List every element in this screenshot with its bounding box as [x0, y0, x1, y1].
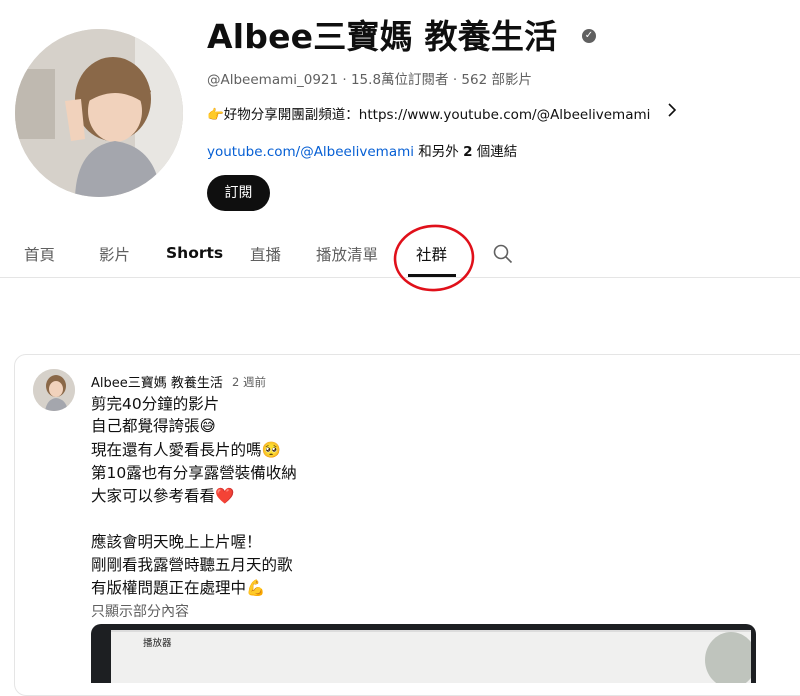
post-author-avatar[interactable]: [33, 369, 75, 411]
chevron-right-icon[interactable]: [666, 101, 678, 124]
post-text-line: 第10露也有分享露營裝備收納: [91, 464, 297, 482]
channel-link[interactable]: youtube.com/@Albeelivemami: [207, 144, 414, 160]
post-image-label: 播放器: [143, 638, 172, 649]
post-text-line: 自己都覺得誇張😅: [91, 417, 216, 435]
links-middle-text: 和另外: [414, 144, 464, 160]
tab-live[interactable]: 直播: [250, 243, 281, 265]
verified-icon: ✓: [582, 29, 596, 43]
post-author[interactable]: Albee三寶媽 教養生活: [91, 372, 223, 391]
tab-shorts[interactable]: Shorts: [166, 244, 223, 262]
channel-description[interactable]: 👉好物分享開團副頻道：https://www.youtube.com/@Albe…: [207, 103, 650, 123]
links-suffix[interactable]: 個連結: [473, 144, 518, 160]
post-image-screen: [111, 630, 756, 683]
post-text-line: 剪完40分鐘的影片: [91, 395, 220, 413]
show-less-link[interactable]: 只顯示部分內容: [91, 601, 189, 621]
tab-home[interactable]: 首頁: [24, 243, 55, 265]
channel-avatar[interactable]: [15, 29, 183, 197]
post-text-line: 有版權問題正在處理中💪: [91, 579, 266, 597]
post-text-line: 剛剛看我露營時聽五月天的歌: [91, 556, 293, 574]
links-count[interactable]: 2: [463, 144, 472, 160]
post-text-line: 現在還有人愛看長片的嗎🥺: [91, 441, 281, 459]
search-icon[interactable]: [492, 243, 514, 265]
post-image[interactable]: [91, 624, 756, 683]
channel-links: youtube.com/@Albeelivemami 和另外 2 個連結: [207, 140, 517, 160]
post-text-line: 應該會明天晚上上片喔！: [91, 533, 262, 551]
tab-videos[interactable]: 影片: [99, 243, 130, 265]
post-time[interactable]: 2 週前: [232, 374, 266, 390]
annotation-circle: [392, 222, 476, 292]
channel-name: Albee三寶媽 教養生活: [207, 17, 558, 56]
subscribe-button[interactable]: 訂閱: [207, 175, 270, 211]
post-text-line: 大家可以參考看看❤️: [91, 487, 235, 505]
channel-meta: @Albeemami_0921 · 15.8萬位訂閱者 · 562 部影片: [207, 72, 532, 88]
tab-playlists[interactable]: 播放清單: [316, 243, 378, 265]
